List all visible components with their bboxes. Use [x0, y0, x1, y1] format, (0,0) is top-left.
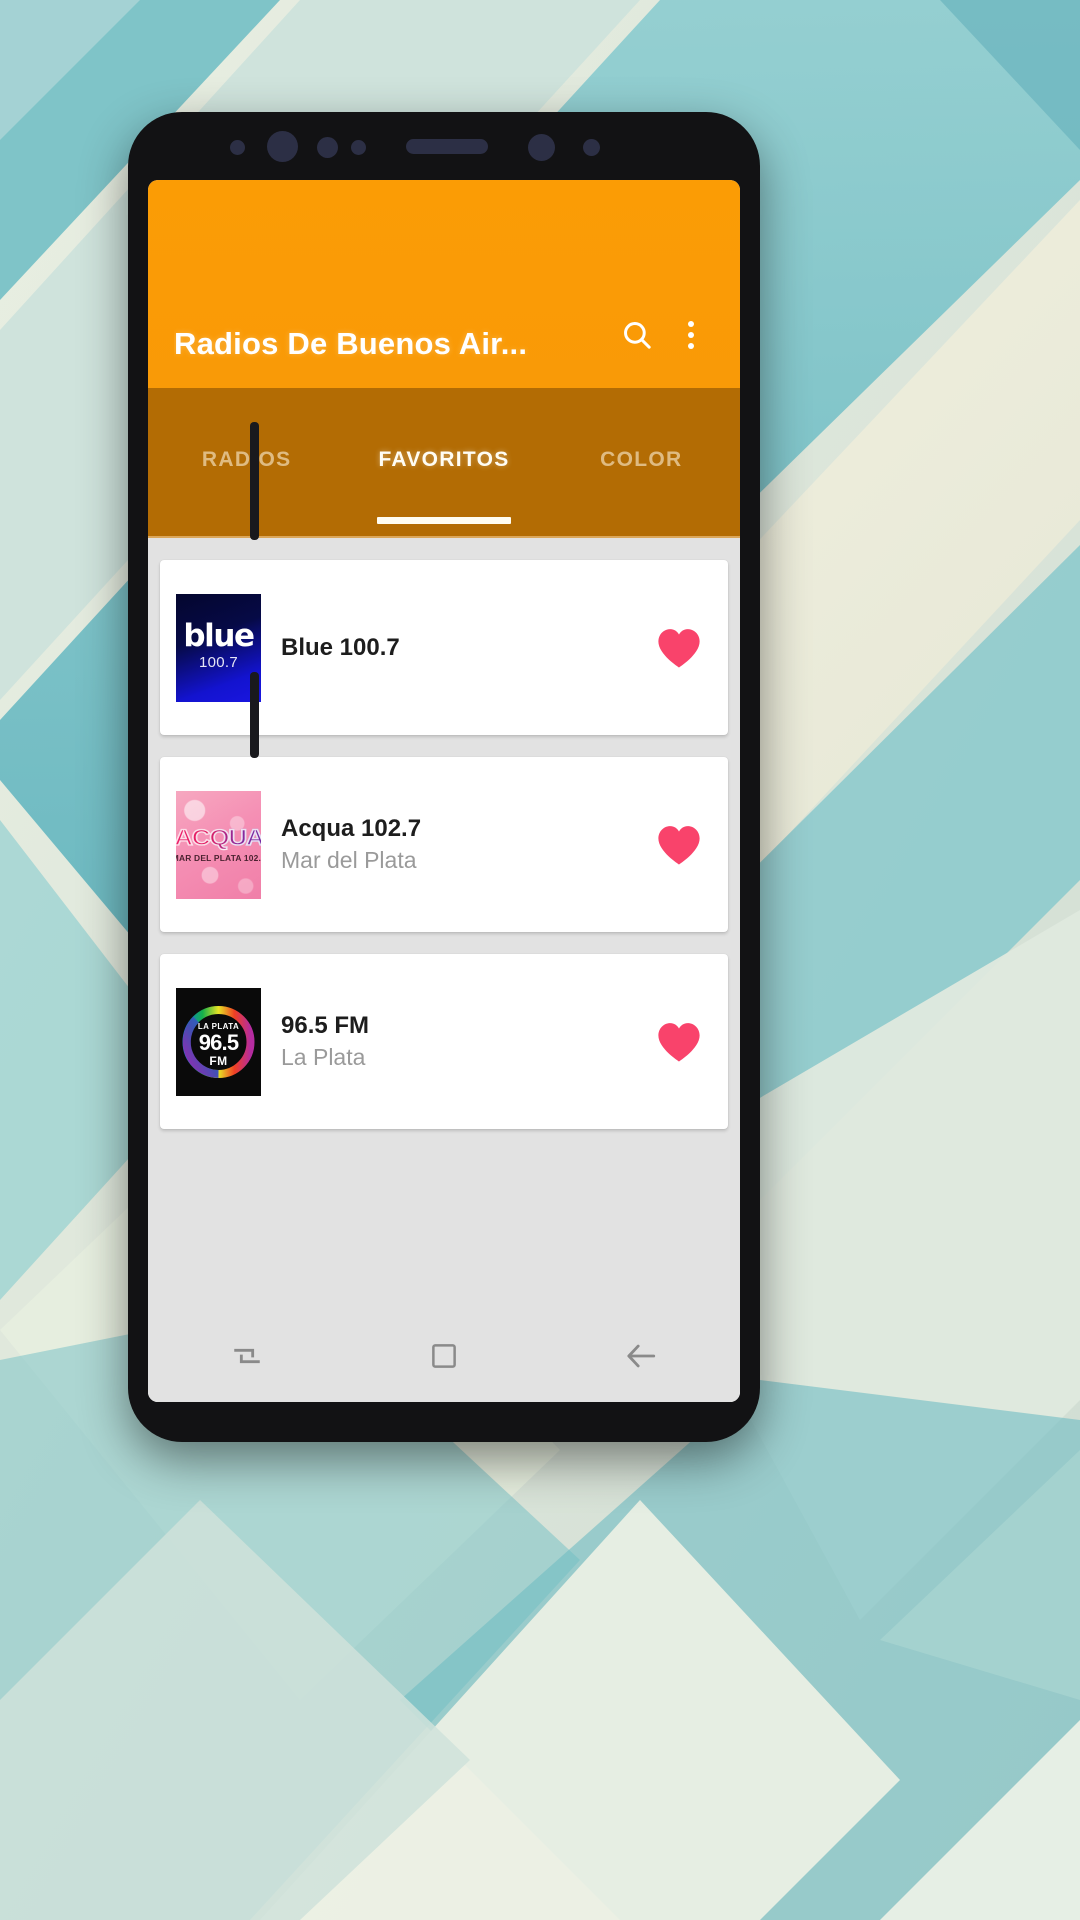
station-logo-965: LA PLATA 96.5 FM — [176, 987, 261, 1096]
favorite-button[interactable] — [648, 824, 710, 866]
app-bar: Radios De Buenos Air... — [148, 180, 740, 388]
tab-bar: RADIOS FAVORITOS COLOR — [148, 388, 740, 538]
app-title: Radios De Buenos Air... — [174, 326, 528, 361]
radio-list-item[interactable]: LA PLATA 96.5 FM 96.5 FM La Plata — [160, 954, 728, 1129]
back-icon — [627, 1344, 656, 1368]
home-button[interactable] — [404, 1325, 484, 1387]
recents-icon — [233, 1348, 260, 1364]
station-subtitle: La Plata — [281, 1043, 366, 1070]
station-logo-acqua: ACQUA MAR DEL PLATA 102.7 — [176, 790, 261, 899]
tab-radios[interactable]: RADIOS — [148, 388, 345, 536]
tab-favoritos[interactable]: FAVORITOS — [345, 388, 542, 536]
station-text-block: Acqua 102.7 Mar del Plata — [261, 814, 648, 876]
station-text-block: Blue 100.7 — [261, 633, 648, 663]
tab-favoritos-label: FAVORITOS — [378, 448, 510, 471]
system-navigation-bar — [148, 1310, 740, 1402]
phone-sensor-row — [128, 112, 760, 184]
volume-up-button[interactable] — [250, 422, 259, 540]
sensor-dot-4 — [583, 139, 600, 156]
station-logo-965-art: LA PLATA 96.5 FM — [176, 987, 261, 1096]
sensor-dot-2 — [317, 137, 338, 158]
sensor-dot-1 — [230, 140, 245, 155]
radio-list-item[interactable]: blue 100.7 Blue 100.7 — [160, 560, 728, 735]
station-text-block: 96.5 FM La Plata — [261, 1011, 648, 1073]
station-logo-blue: blue 100.7 — [176, 593, 261, 702]
station-name: Acqua 102.7 — [281, 814, 422, 842]
station-subtitle: Mar del Plata — [281, 846, 417, 873]
volume-down-button[interactable] — [250, 672, 259, 758]
station-logo-acqua-word: ACQUA — [176, 825, 261, 849]
earpiece-speaker — [406, 139, 488, 154]
recents-button[interactable] — [207, 1325, 287, 1387]
tab-color-label: COLOR — [600, 448, 683, 471]
overflow-menu-button[interactable] — [664, 308, 718, 362]
list-empty-space — [160, 1151, 728, 1155]
more-vertical-icon — [671, 308, 711, 362]
home-icon — [432, 1344, 456, 1368]
heart-icon — [658, 825, 700, 864]
tab-radios-label: RADIOS — [201, 448, 292, 471]
tab-color[interactable]: COLOR — [543, 388, 740, 536]
search-icon[interactable] — [610, 308, 664, 362]
radio-list-item[interactable]: ACQUA MAR DEL PLATA 102.7 Acqua 102.7 Ma… — [160, 757, 728, 932]
camera-lens-right — [528, 134, 555, 161]
station-name: 96.5 FM — [281, 1011, 370, 1039]
sensor-dot-3 — [351, 140, 366, 155]
station-name: Blue 100.7 — [281, 633, 400, 661]
favorite-button[interactable] — [648, 627, 710, 669]
heart-icon — [658, 628, 700, 667]
heart-icon — [658, 1022, 700, 1061]
station-logo-blue-freq: 100.7 — [198, 653, 239, 671]
svg-text:FM: FM — [209, 1054, 227, 1068]
svg-text:96.5: 96.5 — [199, 1030, 239, 1055]
station-logo-acqua-tagline: MAR DEL PLATA 102.7 — [176, 853, 261, 863]
phone-mockup: Radios De Buenos Air... RADIOS FAVORITOS — [128, 112, 760, 1442]
back-button[interactable] — [601, 1325, 681, 1387]
favorite-button[interactable] — [648, 1021, 710, 1063]
favorites-list[interactable]: blue 100.7 Blue 100.7 ACQUA MAR DEL PLAT… — [148, 538, 740, 1402]
phone-screen: Radios De Buenos Air... RADIOS FAVORITOS — [148, 180, 740, 1402]
camera-lens-left — [267, 131, 298, 162]
station-logo-blue-word: blue — [183, 617, 255, 654]
